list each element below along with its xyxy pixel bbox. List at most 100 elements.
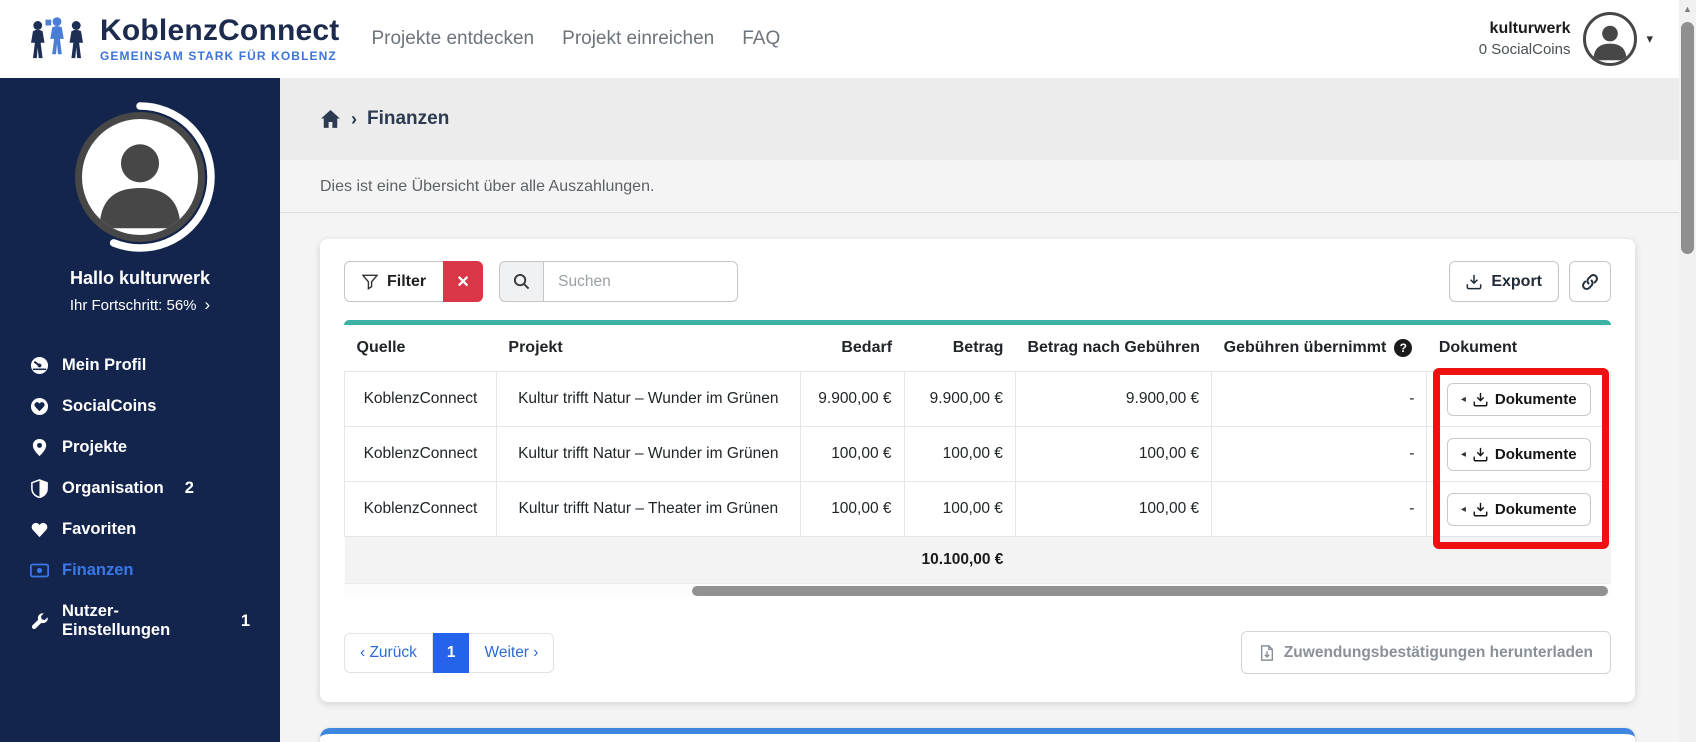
cell-bedarf: 100,00 € (800, 427, 904, 482)
avatar[interactable] (1583, 12, 1637, 66)
table-total-row: 10.100,00 € (345, 537, 1611, 584)
pager-row: ‹ Zurück 1 Weiter › Zuwendungsbestätigun… (344, 631, 1611, 674)
link-icon (1581, 273, 1599, 291)
dokumente-button[interactable]: ◂ Dokumente (1447, 383, 1591, 416)
total-amount: 10.100,00 € (904, 537, 1015, 584)
page-description: Dies ist eine Übersicht über alle Auszah… (280, 160, 1679, 213)
sidebar-greeting: Hallo kulturwerk (0, 268, 280, 289)
cell-gebuehren-uebernimmt: - (1212, 482, 1427, 537)
table-toolbar: Filter ✕ (344, 261, 1611, 302)
pagination: ‹ Zurück 1 Weiter › (344, 633, 554, 673)
cell-gebuehren-uebernimmt: - (1212, 372, 1427, 427)
brand-tagline: GEMEINSAM STARK FÜR KOBLENZ (100, 49, 339, 63)
sidebar-item-favoriten[interactable]: Favoriten (0, 509, 280, 550)
col-header-projekt: Projekt (496, 325, 800, 372)
download-icon (1473, 502, 1488, 517)
brand-title: KoblenzConnect (100, 15, 339, 47)
vertical-scrollbar[interactable]: ▲ (1679, 0, 1696, 742)
chevron-down-icon[interactable]: ▾ (1646, 31, 1653, 47)
user-menu[interactable]: kulturwerk 0 SocialCoins ▾ (1479, 12, 1653, 66)
banknote-icon (30, 561, 49, 580)
page-title: Finanzen (367, 108, 449, 130)
search-input[interactable] (543, 261, 738, 302)
pagination-next-button[interactable]: Weiter › (469, 633, 554, 673)
collapse-left-icon: ◂ (1461, 449, 1466, 460)
pagination-prev-button[interactable]: ‹ Zurück (344, 633, 433, 673)
horizontal-scrollbar[interactable] (344, 583, 1611, 597)
cell-quelle: KoblenzConnect (345, 482, 497, 537)
cell-betrag: 9.900,00 € (904, 372, 1015, 427)
cell-betrag-nach-gebuehren: 100,00 € (1015, 482, 1211, 537)
col-header-betrag: Betrag (904, 325, 1015, 372)
table-row: KoblenzConnect Kultur trifft Natur – Wun… (345, 427, 1611, 482)
col-header-bedarf: Bedarf (800, 325, 904, 372)
app-window: KoblenzConnect GEMEINSAM STARK FÜR KOBLE… (0, 0, 1696, 742)
col-header-gebuehren-uebernimmt: Gebühren übernimmt? (1212, 325, 1427, 372)
sidebar-item-mein-profil[interactable]: Mein Profil (0, 345, 280, 386)
sidebar-item-projekte[interactable]: Projekte (0, 427, 280, 468)
chevron-right-icon: › (205, 295, 211, 314)
cell-projekt: Kultur trifft Natur – Theater im Grünen (496, 482, 800, 537)
cell-betrag: 100,00 € (904, 482, 1015, 537)
shield-icon (30, 479, 49, 498)
sidebar-item-organisation[interactable]: Organisation2 (0, 468, 280, 509)
user-socialcoins: 0 SocialCoins (1479, 41, 1571, 58)
cell-dokument: ◂ Dokumente (1427, 372, 1611, 427)
organisation-badge: 2 (185, 479, 194, 498)
profile-progress-link[interactable]: Ihr Fortschritt: 56%› (0, 295, 280, 315)
cell-projekt: Kultur trifft Natur – Wunder im Grünen (496, 372, 800, 427)
table-header-row: Quelle Projekt Bedarf Betrag Betrag nach… (345, 325, 1611, 372)
search-box (499, 261, 738, 302)
wrench-icon (30, 612, 49, 631)
help-icon[interactable]: ? (1394, 339, 1412, 357)
cell-dokument: ◂ Dokumente (1427, 427, 1611, 482)
sidebar-item-finanzen[interactable]: Finanzen (0, 550, 280, 591)
table-row: KoblenzConnect Kultur trifft Natur – Wun… (345, 372, 1611, 427)
file-download-icon (1259, 645, 1275, 661)
col-header-betrag-nach-gebuehren: Betrag nach Gebühren (1015, 325, 1211, 372)
cell-quelle: KoblenzConnect (345, 372, 497, 427)
next-section-card (320, 728, 1635, 742)
pagination-page-1[interactable]: 1 (433, 633, 470, 673)
cell-projekt: Kultur trifft Natur – Wunder im Grünen (496, 427, 800, 482)
sidebar-item-socialcoins[interactable]: SocialCoins (0, 386, 280, 427)
people-logo-icon (26, 12, 88, 67)
cell-bedarf: 100,00 € (800, 482, 904, 537)
breadcrumb: › Finanzen (280, 78, 1679, 160)
scroll-up-icon[interactable]: ▲ (1679, 0, 1696, 18)
export-button[interactable]: Export (1449, 261, 1559, 302)
sidebar-item-nutzer-einstellungen[interactable]: Nutzer-Einstellungen1 (0, 591, 280, 651)
clear-filter-button[interactable]: ✕ (443, 261, 483, 302)
avatar-image (75, 112, 205, 242)
download-icon (1466, 274, 1482, 290)
collapse-left-icon: ◂ (1461, 394, 1466, 405)
nav-link-faq[interactable]: FAQ (742, 28, 780, 50)
home-icon[interactable] (320, 109, 341, 130)
nav-link-projekt-einreichen[interactable]: Projekt einreichen (562, 28, 714, 50)
funnel-icon (362, 274, 378, 290)
cell-bedarf: 9.900,00 € (800, 372, 904, 427)
profile-avatar[interactable] (61, 98, 219, 256)
brand-logo[interactable]: KoblenzConnect GEMEINSAM STARK FÜR KOBLE… (26, 12, 339, 67)
breadcrumb-separator: › (351, 109, 357, 130)
copy-link-button[interactable] (1569, 261, 1611, 302)
gauge-icon (30, 356, 49, 375)
payouts-table-zone: Quelle Projekt Bedarf Betrag Betrag nach… (344, 320, 1611, 597)
cell-betrag: 100,00 € (904, 427, 1015, 482)
download-confirmations-button[interactable]: Zuwendungsbestätigungen herunterladen (1241, 631, 1611, 674)
cell-quelle: KoblenzConnect (345, 427, 497, 482)
dokumente-button[interactable]: ◂ Dokumente (1447, 493, 1591, 526)
vertical-scrollbar-thumb[interactable] (1681, 22, 1694, 254)
sidebar-nav: Mein Profil SocialCoins Projekte Organis… (0, 345, 280, 651)
col-header-dokument: Dokument (1427, 325, 1611, 372)
col-header-quelle: Quelle (345, 325, 497, 372)
search-icon (499, 261, 543, 302)
sidebar: Hallo kulturwerk Ihr Fortschritt: 56%› M… (0, 78, 280, 742)
dokumente-button[interactable]: ◂ Dokumente (1447, 438, 1591, 471)
horizontal-scrollbar-thumb[interactable] (692, 586, 1608, 596)
coin-heart-icon (30, 397, 49, 416)
user-name: kulturwerk (1479, 20, 1571, 38)
nav-link-projekte-entdecken[interactable]: Projekte entdecken (371, 28, 534, 50)
filter-button[interactable]: Filter (344, 261, 443, 302)
payouts-card: Filter ✕ (320, 239, 1635, 702)
